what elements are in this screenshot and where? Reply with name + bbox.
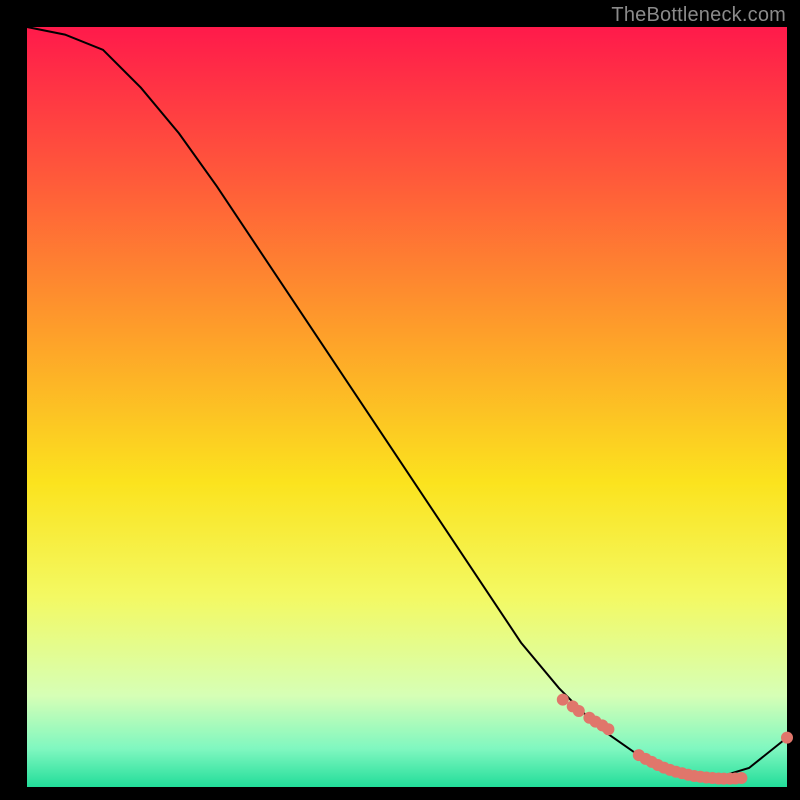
scatter-point: [573, 705, 585, 717]
watermark-text: TheBottleneck.com: [611, 4, 786, 27]
plot-background: [27, 27, 787, 787]
scatter-point: [557, 694, 569, 706]
scatter-point: [735, 772, 747, 784]
bottleneck-chart: [0, 0, 800, 800]
scatter-point: [602, 723, 614, 735]
scatter-point: [781, 732, 793, 744]
chart-stage: TheBottleneck.com: [0, 0, 800, 800]
